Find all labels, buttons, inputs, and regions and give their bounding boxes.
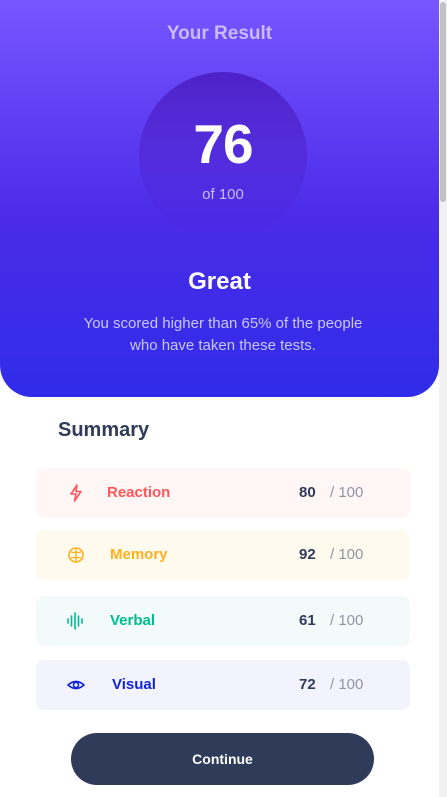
result-description: You scored higher than 65% of the people… [83,315,363,354]
continue-button[interactable]: Continue [71,733,374,785]
summary-title: Summary [58,419,150,441]
result-heading: Your Result [166,23,273,44]
summary-item-label: Verbal [110,612,156,629]
score-value: 76 [193,113,253,175]
result-title: Great [188,268,251,295]
scrollbar-thumb[interactable] [440,2,446,202]
result-panel: Your Result 76 of 100 Great You scored h… [0,0,439,397]
summary-item-score: 92 [299,546,316,563]
summary-item-visual: Visual 72 / 100 [36,660,410,710]
brain-icon [66,545,86,565]
scrollbar[interactable] [439,0,447,797]
summary-item-label: Reaction [107,484,171,501]
summary-item-score: 72 [299,676,316,693]
score-circle: 76 of 100 [139,72,307,240]
summary-item-memory: Memory 92 / 100 [36,530,410,580]
summary-item-max: / 100 [330,484,364,501]
summary-item-max: / 100 [330,676,364,693]
summary-item-score: 61 [299,612,316,629]
summary-item-max: / 100 [330,612,364,629]
summary-item-reaction: Reaction 80 / 100 [36,468,410,518]
eye-icon [66,675,86,695]
summary-item-label: Memory [110,546,168,563]
summary-item-max: / 100 [330,546,364,563]
summary-item-label: Visual [112,676,156,693]
lightning-icon [66,483,86,503]
score-max: of 100 [202,186,244,203]
summary-item-verbal: Verbal 61 / 100 [36,596,410,646]
soundwave-icon [66,611,86,631]
summary-item-score: 80 [299,484,316,501]
